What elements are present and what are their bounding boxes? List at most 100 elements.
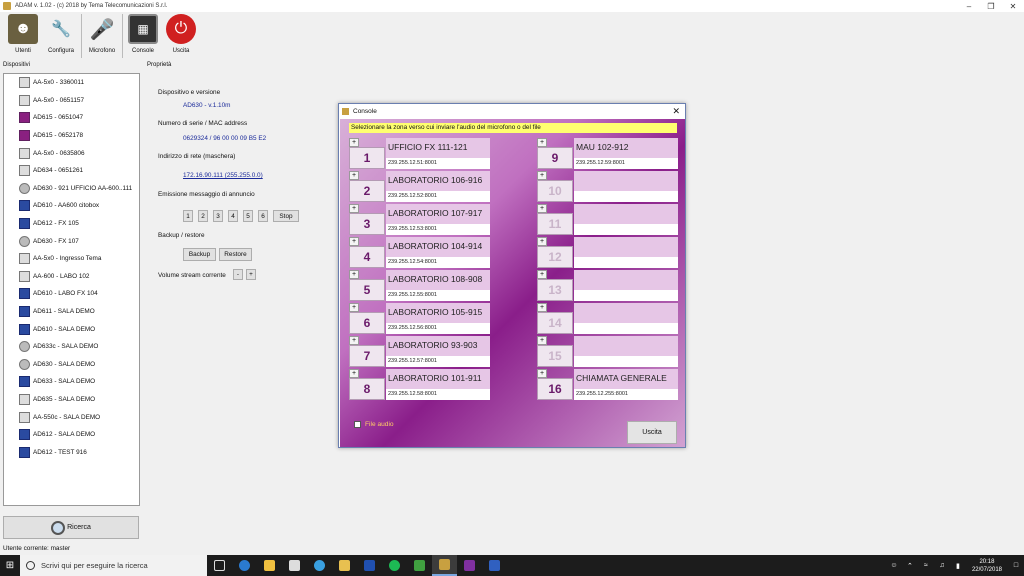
announce-button-3[interactable]: 3 — [213, 210, 223, 222]
app-icon-docs[interactable] — [482, 555, 507, 576]
device-list-item[interactable]: AD635 - SALA DEMO — [4, 391, 139, 409]
zone-add-button[interactable]: + — [349, 303, 359, 312]
file-audio-option[interactable]: File audio — [354, 421, 394, 428]
device-list-item[interactable]: AA-550c - SALA DEMO — [4, 408, 139, 426]
zone-3[interactable]: 3 + LABORATORIO 107-917 239.255.12.53:8001 — [349, 204, 491, 235]
onenote-icon[interactable] — [457, 555, 482, 576]
zone-number-button[interactable]: 13 — [537, 279, 573, 301]
file-explorer-icon[interactable] — [257, 555, 282, 576]
console-close-button[interactable]: ✕ — [672, 106, 680, 117]
zone-2[interactable]: 2 + LABORATORIO 106-916 239.255.12.52:8001 — [349, 171, 491, 202]
device-list-item[interactable]: AD633c - SALA DEMO — [4, 338, 139, 356]
device-list-item[interactable]: AD611 - SALA DEMO — [4, 303, 139, 321]
zone-12[interactable]: 12 + — [537, 237, 679, 268]
maximize-button[interactable]: ❐ — [980, 0, 1002, 12]
device-list[interactable]: AA-5x0 - 3360011 AA-5x0 - 0651157 AD615 - … — [3, 73, 140, 506]
device-list-item[interactable]: AA-5x0 - 3360011 — [4, 74, 139, 92]
zone-number-button[interactable]: 6 — [349, 312, 385, 334]
zone-number-button[interactable]: 12 — [537, 246, 573, 268]
zone-add-button[interactable]: + — [537, 369, 547, 378]
zone-number-button[interactable]: 16 — [537, 378, 573, 400]
device-list-item[interactable]: AD634 - 0651261 — [4, 162, 139, 180]
device-list-item[interactable]: AD612 - SALA DEMO — [4, 426, 139, 444]
zone-7[interactable]: 7 + LABORATORIO 93-903 239.255.12.57:8001 — [349, 336, 491, 367]
notification-icon[interactable]: □ — [1008, 562, 1024, 569]
device-list-item[interactable]: AD610 - AA600 citobox — [4, 197, 139, 215]
tray-chevron-icon[interactable]: ⌃ — [902, 562, 918, 570]
app-icon-blue[interactable] — [357, 555, 382, 576]
device-list-item[interactable]: AD615 - 0651047 — [4, 109, 139, 127]
device-list-item[interactable]: AD630 - SALA DEMO — [4, 356, 139, 374]
device-list-item[interactable]: AD610 - SALA DEMO — [4, 320, 139, 338]
toolbar-uscita-button[interactable]: ⏻ Uscita — [162, 12, 200, 60]
zone-add-button[interactable]: + — [349, 138, 359, 147]
ie-icon[interactable] — [307, 555, 332, 576]
zone-add-button[interactable]: + — [349, 237, 359, 246]
device-list-item[interactable]: AD630 - 921 UFFICIO AA-600..111 — [4, 180, 139, 198]
people-icon[interactable]: ☺ — [886, 562, 902, 569]
network-value[interactable]: 172.16.90.111 (255.255.0.0) — [183, 172, 263, 179]
minimize-button[interactable]: – — [958, 0, 980, 12]
toolbar-utenti-button[interactable]: ☻ Utenti — [4, 12, 42, 60]
windows-start-icon[interactable]: ⊞ — [0, 555, 20, 576]
volume-minus-button[interactable]: - — [233, 269, 243, 280]
volume-plus-button[interactable]: + — [246, 269, 256, 280]
device-list-item[interactable]: AD612 - TEST 916 — [4, 443, 139, 461]
zone-number-button[interactable]: 15 — [537, 345, 573, 367]
stop-button[interactable]: Stop — [273, 210, 299, 222]
device-list-item[interactable]: AD630 - FX 107 — [4, 232, 139, 250]
zone-number-button[interactable]: 10 — [537, 180, 573, 202]
edge-icon[interactable] — [232, 555, 257, 576]
zone-add-button[interactable]: + — [537, 204, 547, 213]
announce-button-6[interactable]: 6 — [258, 210, 268, 222]
device-list-item[interactable]: AA-5x0 - Ingresso Tema — [4, 250, 139, 268]
zone-number-button[interactable]: 2 — [349, 180, 385, 202]
zone-1[interactable]: 1 + UFFICIO FX 111-121 239.255.12.51:8001 — [349, 138, 491, 169]
toolbar-console-button[interactable]: ▦ Console — [124, 12, 162, 60]
toolbar-configura-button[interactable]: 🔧 Configura — [42, 12, 80, 60]
device-list-item[interactable]: AA-600 - LABO 102 — [4, 268, 139, 286]
zone-number-button[interactable]: 14 — [537, 312, 573, 334]
zone-add-button[interactable]: + — [537, 171, 547, 180]
search-button[interactable]: Ricerca — [3, 516, 139, 539]
zone-number-button[interactable]: 9 — [537, 147, 573, 169]
app-icon-green[interactable] — [407, 555, 432, 576]
zone-number-button[interactable]: 8 — [349, 378, 385, 400]
zone-16[interactable]: 16 + CHIAMATA GENERALE 239.255.12.255:8001 — [537, 369, 679, 400]
zone-6[interactable]: 6 + LABORATORIO 105-915 239.255.12.56:8001 — [349, 303, 491, 334]
zone-14[interactable]: 14 + — [537, 303, 679, 334]
zone-add-button[interactable]: + — [537, 336, 547, 345]
battery-icon[interactable]: ▮ — [950, 562, 966, 570]
zone-add-button[interactable]: + — [537, 303, 547, 312]
announce-button-5[interactable]: 5 — [243, 210, 253, 222]
device-list-item[interactable]: AD610 - LABO FX 104 — [4, 285, 139, 303]
volume-icon[interactable]: ♫ — [934, 562, 950, 569]
file-audio-checkbox[interactable] — [354, 421, 361, 428]
zone-15[interactable]: 15 + — [537, 336, 679, 367]
zone-number-button[interactable]: 7 — [349, 345, 385, 367]
device-list-item[interactable]: AA-5x0 - 0651157 — [4, 92, 139, 110]
zone-8[interactable]: 8 + LABORATORIO 101-911 239.255.12.58:8001 — [349, 369, 491, 400]
zone-add-button[interactable]: + — [349, 270, 359, 279]
zone-5[interactable]: 5 + LABORATORIO 108-908 239.255.12.55:8001 — [349, 270, 491, 301]
console-exit-button[interactable]: Uscita — [627, 421, 677, 444]
announce-button-2[interactable]: 2 — [198, 210, 208, 222]
zone-number-button[interactable]: 5 — [349, 279, 385, 301]
announce-button-4[interactable]: 4 — [228, 210, 238, 222]
zone-number-button[interactable]: 11 — [537, 213, 573, 235]
device-list-item[interactable]: AA-5x0 - 0635806 — [4, 144, 139, 162]
zone-13[interactable]: 13 + — [537, 270, 679, 301]
taskbar-clock[interactable]: 20:18 22/07/2018 — [972, 558, 1002, 574]
store-icon[interactable] — [282, 555, 307, 576]
zone-add-button[interactable]: + — [537, 237, 547, 246]
device-list-item[interactable]: AD633 - SALA DEMO — [4, 373, 139, 391]
zone-9[interactable]: 9 + MAU 102-912 239.255.12.59:8001 — [537, 138, 679, 169]
zone-add-button[interactable]: + — [349, 204, 359, 213]
zone-add-button[interactable]: + — [349, 369, 359, 378]
folder-icon[interactable] — [332, 555, 357, 576]
announce-button-1[interactable]: 1 — [183, 210, 193, 222]
zone-4[interactable]: 4 + LABORATORIO 104-914 239.255.12.54:8001 — [349, 237, 491, 268]
zone-number-button[interactable]: 4 — [349, 246, 385, 268]
taskview-icon[interactable] — [207, 555, 232, 576]
zone-number-button[interactable]: 3 — [349, 213, 385, 235]
